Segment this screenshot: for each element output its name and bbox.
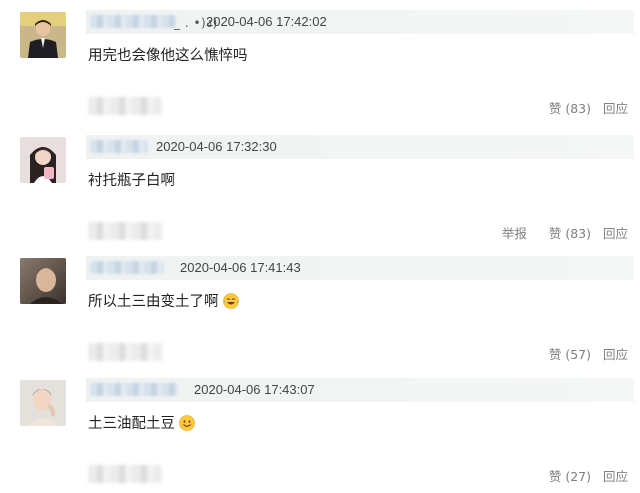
footer-blurred (88, 97, 162, 115)
footer-blurred (88, 465, 162, 483)
comment-actions: 赞 (27) 回应 (549, 466, 628, 485)
comment-text: 用完也会像他这么憔悴吗 (88, 44, 248, 65)
comment-timestamp: 2020-04-06 17:32:30 (156, 139, 277, 154)
comment-text-content: 土三油配土豆 (88, 416, 175, 432)
young-man-avatar[interactable] (20, 380, 66, 426)
like-button[interactable]: 赞 (27) (549, 466, 591, 485)
footer-blurred (88, 222, 162, 240)
comment-meta-bar: 2020-04-06 17:32:30 (86, 135, 634, 159)
comment-meta-bar: 2020-04-06 17:41:43 (86, 256, 634, 280)
like-button[interactable]: 赞 (57) (549, 344, 591, 363)
reply-button[interactable]: 回应 (603, 344, 628, 363)
username-blurred[interactable] (90, 261, 164, 274)
comment-text: 衬托瓶子白啊 (88, 169, 175, 190)
smile-emoji-icon (179, 414, 195, 431)
username-blurred[interactable] (90, 15, 176, 28)
laughing-tears-emoji-icon (222, 292, 239, 309)
man-portrait-avatar[interactable] (20, 258, 66, 304)
comment-timestamp: 2020-04-06 17:42:02 (206, 14, 327, 29)
young-man-icon (20, 380, 66, 426)
username-blurred[interactable] (90, 383, 178, 396)
comment-meta-bar: 2020-04-06 17:43:07 (86, 378, 634, 402)
like-button[interactable]: 赞 (83) (549, 98, 591, 117)
comment-text: 所以土三由变土了啊 (88, 290, 239, 311)
comment-item: 2020-04-06 17:43:07 土三油配土豆 赞 (27) 回应 (0, 368, 640, 491)
reply-button[interactable]: 回应 (603, 466, 628, 485)
comment-item: 2020-04-06 17:32:30 衬托瓶子白啊 举报 赞 (83) 回应 (0, 125, 640, 248)
girl-avatar[interactable] (20, 137, 66, 183)
man-in-suit-icon (20, 12, 66, 58)
username-blurred[interactable] (90, 140, 148, 153)
comment-meta-bar: _ . •)ง) 2020-04-06 17:42:02 (86, 10, 634, 34)
girl-icon (20, 137, 66, 183)
reply-button[interactable]: 回应 (603, 98, 628, 117)
footer-blurred (88, 343, 162, 361)
comment-timestamp: 2020-04-06 17:41:43 (180, 260, 301, 275)
report-button[interactable]: 举报 (502, 223, 527, 242)
comment-text-content: 用完也会像他这么憔悴吗 (88, 48, 248, 64)
like-button[interactable]: 赞 (83) (549, 223, 591, 242)
man-portrait-icon (20, 258, 66, 304)
comment-actions: 赞 (83) 回应 (549, 98, 628, 117)
comment-item: 2020-04-06 17:41:43 所以土三由变土了啊 赞 (57) 回应 (0, 246, 640, 369)
comment-text-content: 所以土三由变土了啊 (88, 294, 219, 310)
comment-item: _ . •)ง) 2020-04-06 17:42:02 用完也会像他这么憔悴吗… (0, 0, 640, 123)
comment-text-content: 衬托瓶子白啊 (88, 173, 175, 189)
comment-actions: 举报 赞 (83) 回应 (502, 223, 628, 242)
comment-text: 土三油配土豆 (88, 412, 195, 433)
comment-actions: 赞 (57) 回应 (549, 344, 628, 363)
reply-button[interactable]: 回应 (603, 223, 628, 242)
man-in-suit-avatar[interactable] (20, 12, 66, 58)
comment-timestamp: 2020-04-06 17:43:07 (194, 382, 315, 397)
